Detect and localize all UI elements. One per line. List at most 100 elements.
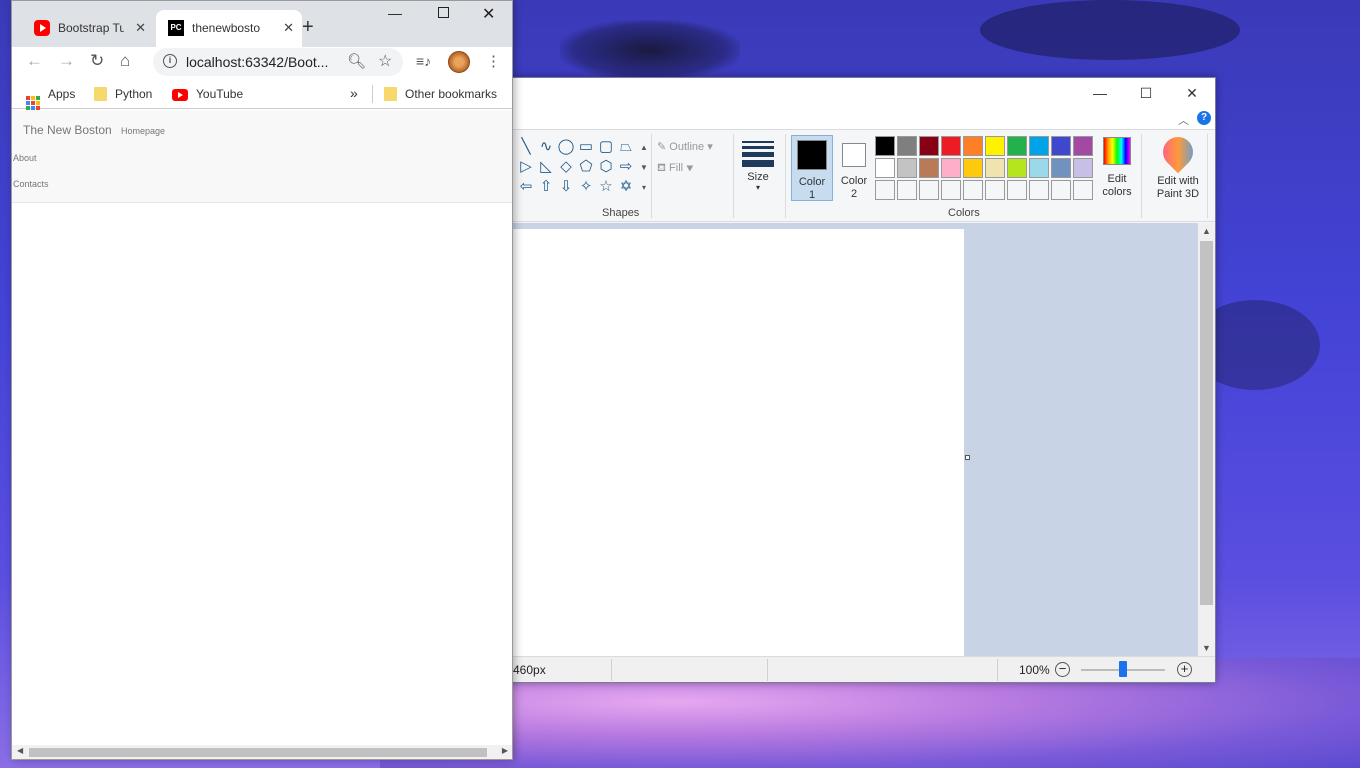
palette-swatch[interactable] — [897, 136, 917, 156]
magnifier-icon[interactable]: 🔍︎ — [347, 52, 366, 70]
canvas-resize-handle[interactable] — [965, 455, 970, 460]
nav-link-about[interactable]: About — [13, 153, 37, 163]
more-bookmarks-chevron-icon[interactable]: » — [350, 85, 358, 101]
shape-tool[interactable]: ⏢ — [616, 137, 636, 157]
shape-tool[interactable]: ▢ — [596, 137, 616, 157]
palette-swatch[interactable] — [875, 158, 895, 178]
shape-tool[interactable]: ◯ — [556, 137, 576, 157]
palette-swatch[interactable] — [1051, 158, 1071, 178]
close-icon[interactable]: ✕ — [283, 20, 294, 36]
nav-link-contacts[interactable]: Contacts — [13, 179, 49, 189]
vertical-scrollbar[interactable]: ▲ ▼ — [1198, 223, 1215, 656]
palette-swatch[interactable] — [963, 136, 983, 156]
shape-tool[interactable]: ⬠ — [576, 157, 596, 177]
scroll-down-icon[interactable]: ▼ — [1198, 643, 1215, 653]
palette-swatch[interactable] — [1007, 180, 1027, 200]
shape-tool[interactable]: ⇩ — [556, 177, 576, 197]
zoom-in-icon[interactable]: + — [1177, 662, 1192, 677]
bookmark-star-icon[interactable]: ☆ — [378, 51, 392, 71]
shape-tool[interactable]: ▭ — [576, 137, 596, 157]
color1-button[interactable]: Color 1 — [791, 135, 833, 201]
close-button[interactable]: ✕ — [482, 4, 495, 24]
bookmark-youtube[interactable]: YouTube — [172, 87, 243, 101]
fill-button[interactable]: ⛾ Fill ▾ — [657, 162, 694, 176]
palette-swatch[interactable] — [1073, 180, 1093, 200]
shape-tool[interactable]: ◺ — [536, 157, 556, 177]
bookmark-apps[interactable]: Apps — [26, 87, 75, 110]
palette-swatch[interactable] — [897, 158, 917, 178]
shape-tool[interactable]: ☆ — [596, 177, 616, 197]
media-control-icon[interactable]: ≡♪ — [416, 53, 431, 69]
forward-arrow-icon[interactable]: → — [58, 51, 75, 71]
palette-swatch[interactable] — [1029, 136, 1049, 156]
shape-tool[interactable]: ⇦ — [516, 177, 536, 197]
palette-swatch[interactable] — [875, 136, 895, 156]
shapes-scroll[interactable]: ▲ ▼ ▾ — [638, 138, 650, 198]
palette-swatch[interactable] — [1029, 180, 1049, 200]
palette-swatch[interactable] — [941, 180, 961, 200]
new-tab-button[interactable]: + — [302, 16, 314, 39]
back-arrow-icon[interactable]: ← — [26, 51, 43, 71]
bookmark-other[interactable]: Other bookmarks — [384, 87, 497, 101]
address-bar[interactable]: i localhost:63342/Boot... 🔍︎ ☆ — [153, 48, 403, 76]
palette-swatch[interactable] — [941, 158, 961, 178]
edit-colors-button[interactable]: Edit colors — [1097, 135, 1137, 199]
tab-bootstrap[interactable]: Bootstrap Tu ✕ — [26, 10, 154, 47]
minimize-button[interactable]: — — [388, 5, 402, 21]
close-icon[interactable]: ✕ — [135, 20, 146, 36]
menu-kebab-icon[interactable]: ⋮ — [486, 52, 501, 70]
shape-tool[interactable]: ✡ — [616, 177, 636, 197]
palette-swatch[interactable] — [1007, 136, 1027, 156]
palette-swatch[interactable] — [1073, 136, 1093, 156]
maximize-button[interactable] — [438, 7, 449, 18]
shape-tool[interactable]: ⇧ — [536, 177, 556, 197]
palette-swatch[interactable] — [1051, 136, 1071, 156]
shape-tool[interactable]: ⬡ — [596, 157, 616, 177]
reload-icon[interactable]: ↻ — [90, 51, 104, 71]
scroll-left-icon[interactable]: ◀ — [17, 746, 23, 755]
palette-swatch[interactable] — [963, 158, 983, 178]
palette-swatch[interactable] — [919, 158, 939, 178]
palette-swatch[interactable] — [985, 180, 1005, 200]
scroll-up-icon[interactable]: ▲ — [1198, 226, 1215, 236]
minimize-button[interactable]: — — [1077, 78, 1123, 108]
palette-swatch[interactable] — [1073, 158, 1093, 178]
palette-swatch[interactable] — [1051, 180, 1071, 200]
palette-swatch[interactable] — [941, 136, 961, 156]
palette-swatch[interactable] — [1007, 158, 1027, 178]
palette-swatch[interactable] — [1029, 158, 1049, 178]
scrollbar-thumb[interactable] — [1200, 241, 1213, 605]
shape-tool[interactable]: ▷ — [516, 157, 536, 177]
zoom-out-icon[interactable]: − — [1055, 662, 1070, 677]
palette-swatch[interactable] — [875, 180, 895, 200]
help-icon[interactable]: ? — [1197, 111, 1211, 125]
bookmark-python[interactable]: Python — [94, 87, 152, 101]
shape-tool[interactable]: ╲ — [516, 137, 536, 157]
navbar-brand[interactable]: The New Boston — [23, 123, 112, 137]
palette-swatch[interactable] — [919, 136, 939, 156]
palette-swatch[interactable] — [919, 180, 939, 200]
shape-tool[interactable]: ✧ — [576, 177, 596, 197]
avatar[interactable] — [448, 51, 470, 73]
zoom-slider-thumb[interactable] — [1119, 661, 1127, 677]
color2-button[interactable]: Color 2 — [833, 135, 875, 201]
close-button[interactable]: ✕ — [1169, 78, 1215, 108]
scroll-right-icon[interactable]: ▶ — [502, 746, 508, 755]
shape-tool[interactable]: ◇ — [556, 157, 576, 177]
info-icon[interactable]: i — [163, 54, 177, 68]
horizontal-scrollbar[interactable]: ◀ ▶ — [12, 745, 512, 759]
palette-swatch[interactable] — [963, 180, 983, 200]
outline-button[interactable]: ✎ Outline ▾ — [657, 140, 713, 153]
palette-swatch[interactable] — [985, 158, 1005, 178]
palette-swatch[interactable] — [985, 136, 1005, 156]
shape-tool[interactable]: ⇨ — [616, 157, 636, 177]
shape-tool[interactable]: ∿ — [536, 137, 556, 157]
maximize-button[interactable]: ☐ — [1123, 78, 1169, 108]
size-button[interactable]: Size ▾ — [737, 138, 779, 200]
edit-with-paint3d-button[interactable]: Edit with Paint 3D — [1145, 130, 1211, 201]
collapse-ribbon-icon[interactable]: ︿ — [1178, 112, 1189, 128]
scrollbar-thumb[interactable] — [29, 748, 487, 757]
palette-swatch[interactable] — [897, 180, 917, 200]
tab-thenewboston[interactable]: PC thenewbosto ✕ — [156, 10, 302, 47]
nav-link-homepage[interactable]: Homepage — [121, 126, 165, 136]
